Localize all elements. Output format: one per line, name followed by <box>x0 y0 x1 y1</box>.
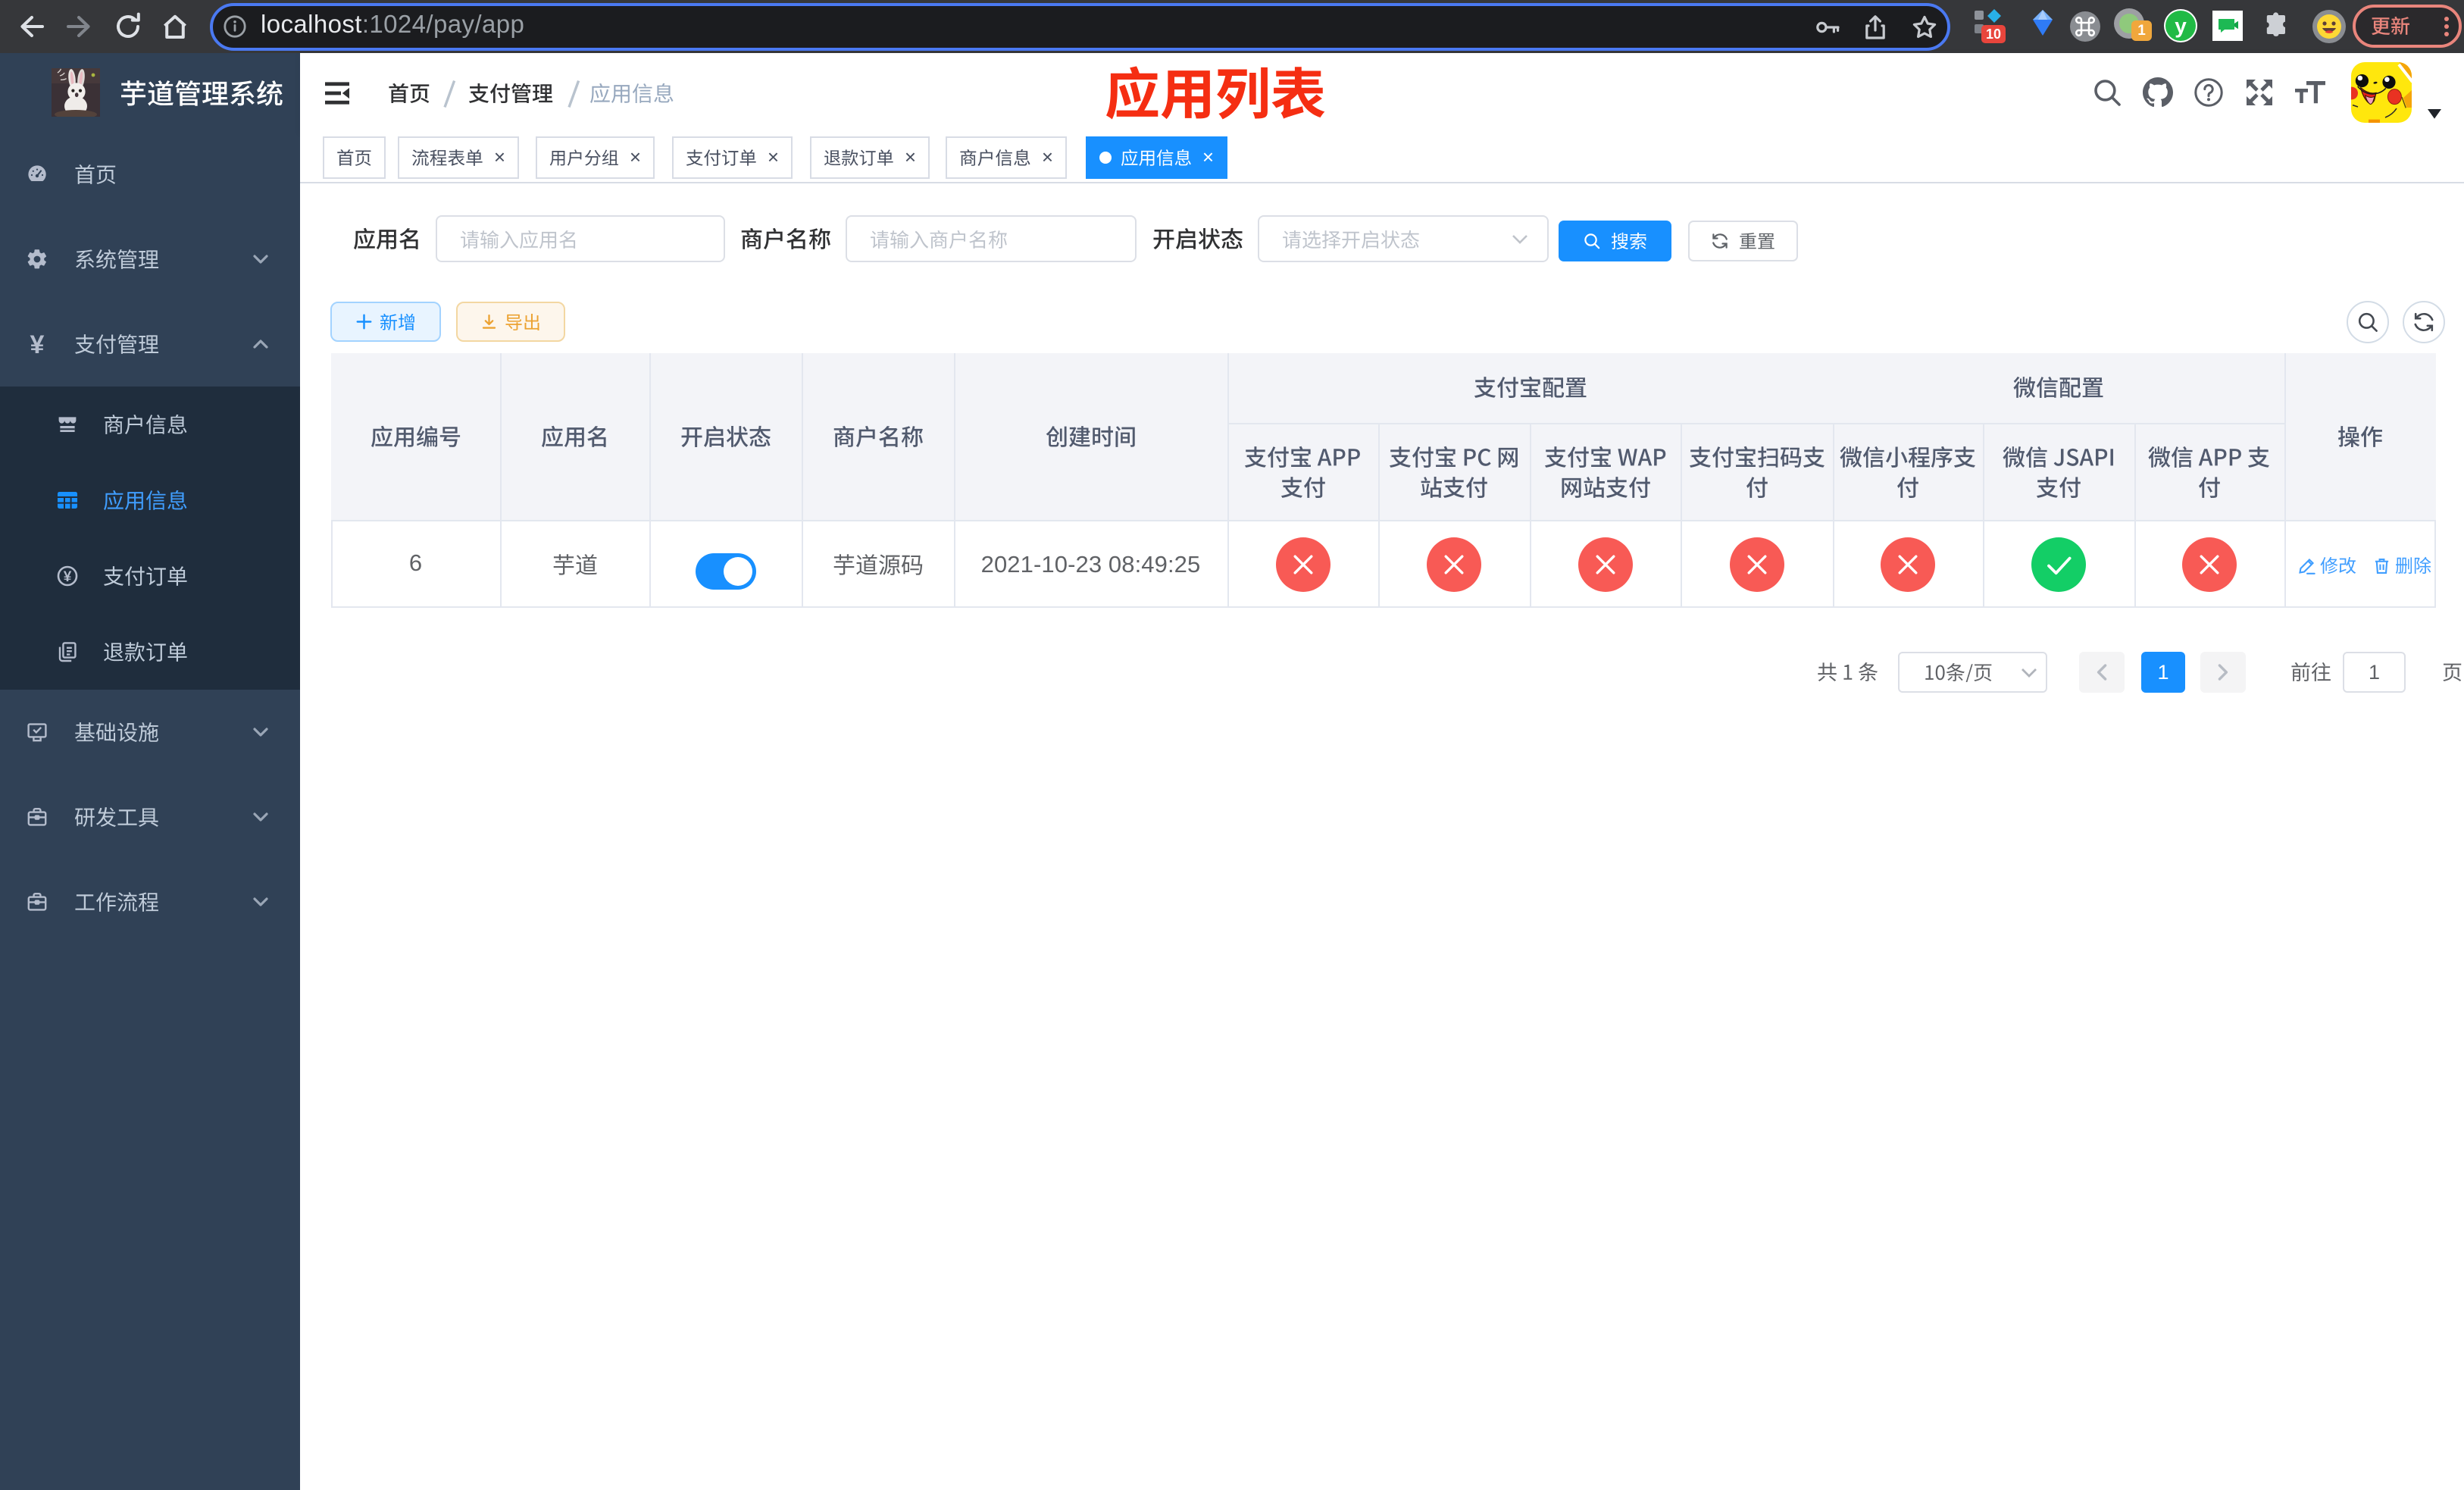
svg-text:¥: ¥ <box>30 333 45 355</box>
svg-text:¥: ¥ <box>64 569 72 585</box>
svg-text:y: y <box>2175 14 2187 38</box>
